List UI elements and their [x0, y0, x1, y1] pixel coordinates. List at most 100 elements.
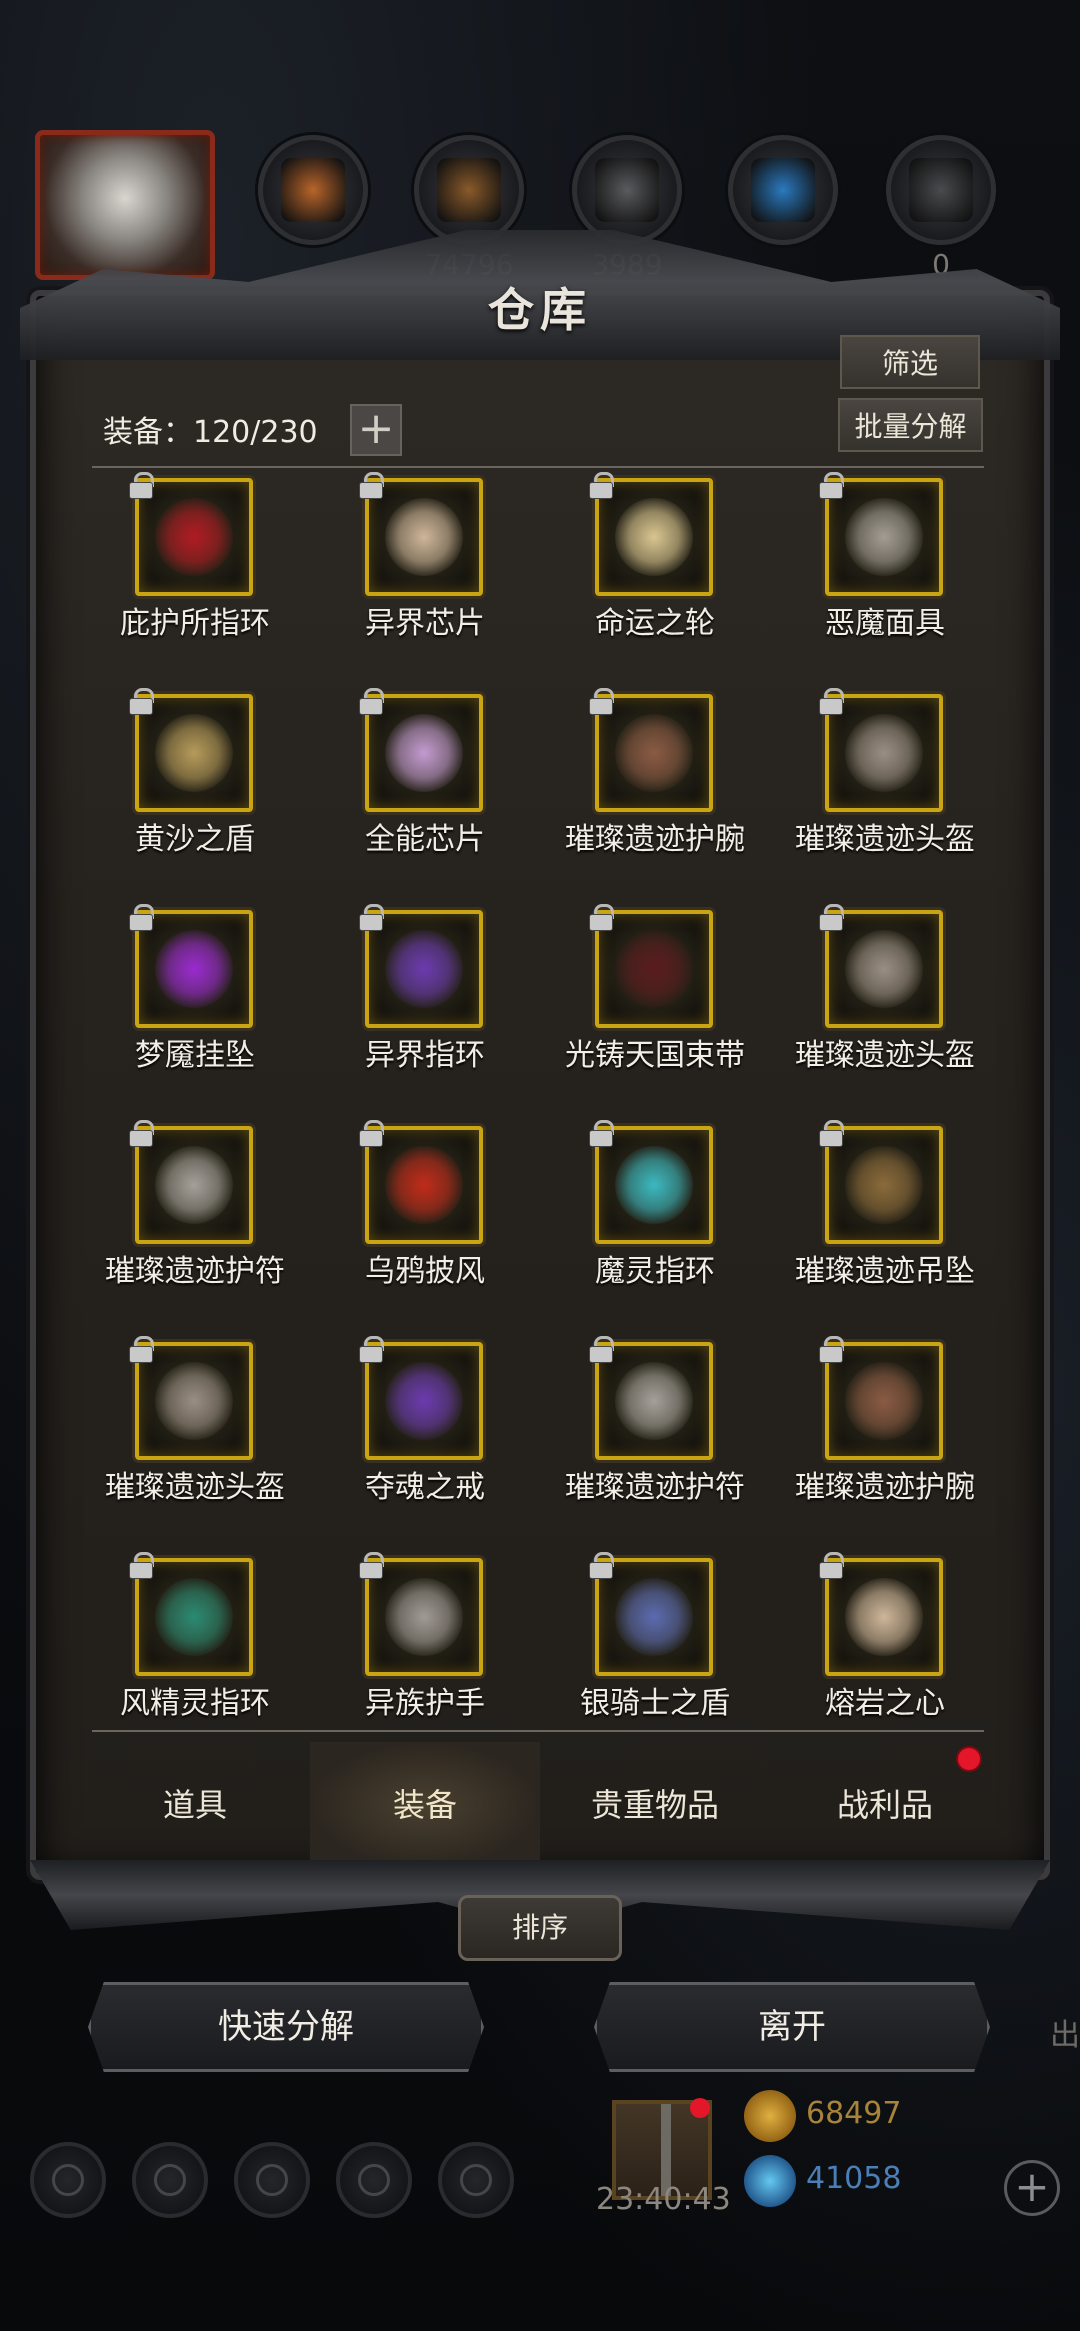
- item-slot[interactable]: [595, 1342, 713, 1460]
- item-name: 熔岩之心: [825, 1686, 945, 1721]
- leave-button[interactable]: 离开: [594, 1982, 990, 2072]
- tab-items[interactable]: 道具: [80, 1742, 310, 1868]
- notification-badge: [958, 1748, 980, 1770]
- item-cell[interactable]: 梦魇挂坠: [80, 904, 310, 1126]
- item-cell[interactable]: 魔灵指环: [540, 1120, 770, 1342]
- item-name: 璀璨遗迹头盔: [795, 822, 975, 857]
- item-cell[interactable]: 光铸天国束带: [540, 904, 770, 1126]
- item-slot[interactable]: [825, 694, 943, 812]
- item-slot[interactable]: [825, 1126, 943, 1244]
- page-title: 仓库: [488, 283, 592, 337]
- item-slot[interactable]: [595, 1126, 713, 1244]
- item-cell[interactable]: 异界芯片: [310, 472, 540, 694]
- lock-icon: [820, 688, 844, 714]
- item-cell[interactable]: 璀璨遗迹护腕: [540, 688, 770, 910]
- item-slot[interactable]: [595, 910, 713, 1028]
- lock-icon: [360, 1552, 384, 1578]
- item-cell[interactable]: 璀璨遗迹护腕: [770, 1336, 1000, 1558]
- lock-icon: [130, 1336, 154, 1362]
- guild-icon[interactable]: [234, 2142, 310, 2218]
- item-slot[interactable]: [825, 1342, 943, 1460]
- tab-label: 战利品: [836, 1786, 933, 1824]
- gauntlet-icon: [385, 1578, 463, 1656]
- item-slot[interactable]: [135, 694, 253, 812]
- lock-icon: [590, 472, 614, 498]
- item-slot[interactable]: [365, 910, 483, 1028]
- item-cell[interactable]: 黄沙之盾: [80, 688, 310, 910]
- achievement-icon[interactable]: [132, 2142, 208, 2218]
- item-cell[interactable]: 命运之轮: [540, 472, 770, 694]
- quick-decompose-button[interactable]: 快速分解: [88, 1982, 484, 2072]
- meat-icon[interactable]: [258, 135, 368, 245]
- tab-loot[interactable]: 战利品: [770, 1742, 1000, 1868]
- sort-button[interactable]: 排序: [458, 1895, 622, 1961]
- item-cell[interactable]: 璀璨遗迹护符: [540, 1336, 770, 1558]
- item-cell[interactable]: 璀璨遗迹吊坠: [770, 1120, 1000, 1342]
- batch-decompose-button[interactable]: 批量分解: [838, 398, 983, 452]
- item-cell[interactable]: 璀璨遗迹头盔: [770, 688, 1000, 910]
- item-name: 璀璨遗迹头盔: [795, 1038, 975, 1073]
- gold-coin-icon: [744, 2090, 796, 2142]
- item-slot[interactable]: [595, 694, 713, 812]
- lock-icon: [360, 904, 384, 930]
- crystal-icon[interactable]: [728, 135, 838, 245]
- item-name: 璀璨遗迹护腕: [795, 1470, 975, 1505]
- expand-capacity-button[interactable]: +: [350, 404, 402, 456]
- item-slot[interactable]: [135, 1342, 253, 1460]
- tab-equipment[interactable]: 装备: [310, 1742, 540, 1868]
- item-name: 夺魂之戒: [365, 1470, 485, 1505]
- stone-icon[interactable]: [886, 135, 996, 245]
- lock-icon: [360, 688, 384, 714]
- item-slot[interactable]: [135, 1126, 253, 1244]
- item-cell[interactable]: 异界指环: [310, 904, 540, 1126]
- notification-badge: [690, 2098, 710, 2118]
- item-name: 璀璨遗迹吊坠: [795, 1254, 975, 1289]
- item-cell[interactable]: 乌鸦披风: [310, 1120, 540, 1342]
- lock-icon: [130, 472, 154, 498]
- lock-icon: [820, 1552, 844, 1578]
- filter-button[interactable]: 筛选: [840, 335, 980, 389]
- skull-ring-icon: [155, 498, 233, 576]
- item-slot[interactable]: [365, 1342, 483, 1460]
- item-cell[interactable]: 璀璨遗迹头盔: [80, 1336, 310, 1558]
- item-slot[interactable]: [825, 910, 943, 1028]
- item-slot[interactable]: [365, 694, 483, 812]
- item-cell[interactable]: 璀璨遗迹护符: [80, 1120, 310, 1342]
- item-slot[interactable]: [825, 1558, 943, 1676]
- item-slot[interactable]: [365, 1126, 483, 1244]
- player-avatar[interactable]: [35, 130, 215, 280]
- item-slot[interactable]: [595, 478, 713, 596]
- lock-icon: [130, 1552, 154, 1578]
- lock-icon: [590, 688, 614, 714]
- item-slot[interactable]: [135, 478, 253, 596]
- item-name: 异界芯片: [365, 606, 485, 641]
- item-name: 黄沙之盾: [135, 822, 255, 857]
- green-ring-icon: [155, 1578, 233, 1656]
- item-cell[interactable]: 璀璨遗迹头盔: [770, 904, 1000, 1126]
- mail-icon[interactable]: [336, 2142, 412, 2218]
- item-slot[interactable]: [825, 478, 943, 596]
- wood-icon[interactable]: [414, 135, 524, 245]
- item-slot[interactable]: [135, 1558, 253, 1676]
- item-cell[interactable]: 夺魂之戒: [310, 1336, 540, 1558]
- item-slot[interactable]: [365, 478, 483, 596]
- item-cell[interactable]: 庇护所指环: [80, 472, 310, 694]
- gift-timer: 23:40:43: [596, 2182, 731, 2217]
- tab-valuables[interactable]: 贵重物品: [540, 1742, 770, 1868]
- iron-icon[interactable]: [572, 135, 682, 245]
- handshake-icon[interactable]: [438, 2142, 514, 2218]
- item-cell[interactable]: 恶魔面具: [770, 472, 1000, 694]
- side-label: 出: [1050, 2018, 1080, 2053]
- lock-icon: [820, 1336, 844, 1362]
- item-slot[interactable]: [135, 910, 253, 1028]
- resource-art: [751, 158, 815, 222]
- item-slot[interactable]: [595, 1558, 713, 1676]
- lock-icon: [590, 1552, 614, 1578]
- purple-ring-icon: [385, 930, 463, 1008]
- settings-icon[interactable]: [30, 2142, 106, 2218]
- item-cell[interactable]: 全能芯片: [310, 688, 540, 910]
- item-slot[interactable]: [365, 1558, 483, 1676]
- gem-icon: [744, 2155, 796, 2207]
- lock-icon: [820, 904, 844, 930]
- add-currency-button[interactable]: +: [1004, 2160, 1060, 2216]
